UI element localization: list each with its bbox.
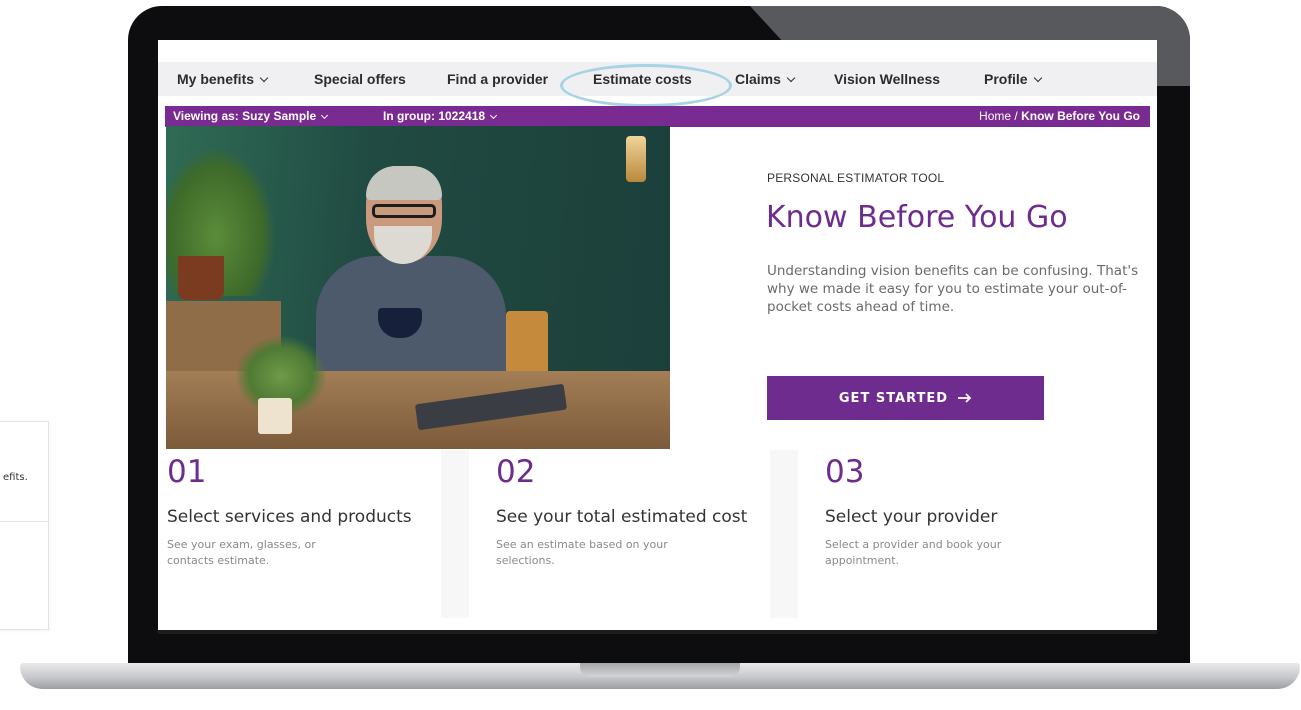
step-number: 03	[825, 454, 865, 490]
nav-claims[interactable]: Claims	[735, 71, 796, 87]
step-description: Select a provider and book your appointm…	[825, 538, 1002, 567]
step-heading: Select your provider	[825, 507, 998, 527]
chevron-down-icon	[321, 111, 329, 120]
pendant-lamp	[626, 136, 646, 182]
step-1: 01 Select services and products See your…	[167, 454, 437, 569]
chevron-down-icon	[786, 73, 796, 83]
page-title: Know Before You Go	[766, 200, 1068, 235]
chevron-down-icon	[1033, 73, 1042, 83]
chevron-down-icon	[490, 111, 498, 120]
group-selector[interactable]: In group: 1022418	[383, 109, 498, 123]
hero-intro: Understanding vision benefits can be con…	[767, 263, 1139, 315]
nav-find-provider[interactable]: Find a provider	[447, 71, 548, 87]
get-started-button[interactable]: GET STARTED	[767, 376, 1044, 420]
breadcrumb: Home / Know Before You Go	[979, 109, 1140, 123]
nav-special-offers[interactable]: Special offers	[314, 71, 406, 87]
hero-eyebrow: PERSONAL ESTIMATOR TOOL	[767, 171, 945, 185]
step-heading: Select services and products	[167, 507, 412, 527]
nav-profile[interactable]: Profile	[984, 71, 1042, 87]
step-number: 01	[167, 454, 207, 490]
breadcrumb-home[interactable]: Home	[979, 109, 1011, 123]
step-description: See an estimate based on your selections…	[496, 538, 668, 567]
step-number: 02	[496, 454, 536, 490]
laptop-notch	[580, 663, 740, 677]
step-heading: See your total estimated cost	[496, 507, 748, 527]
step-3: 03 Select your provider Select a provide…	[825, 454, 1125, 569]
chevron-down-icon	[259, 73, 269, 83]
background-card-text: efits.	[3, 472, 28, 483]
background-card-divider	[0, 521, 48, 522]
nav-estimate-costs[interactable]: Estimate costs	[593, 71, 692, 87]
step-2: 02 See your total estimated cost See an …	[496, 454, 766, 569]
arrow-right-icon	[958, 393, 972, 403]
main-nav: My benefits Special offers Find a provid…	[158, 62, 1157, 107]
context-bar: Viewing as: Suzy Sample In group: 102241…	[165, 106, 1150, 127]
breadcrumb-current: Know Before You Go	[1021, 109, 1140, 123]
nav-vision-wellness[interactable]: Vision Wellness	[834, 71, 940, 87]
laptop-screen: My benefits Special offers Find a provid…	[158, 40, 1157, 634]
man-figure	[316, 166, 506, 396]
hero-photo	[166, 126, 670, 449]
step-description: See your exam, glasses, or contacts esti…	[167, 538, 316, 567]
viewing-as-selector[interactable]: Viewing as: Suzy Sample	[173, 109, 329, 123]
nav-my-benefits[interactable]: My benefits	[177, 71, 269, 87]
background-card: efits.	[0, 421, 49, 630]
